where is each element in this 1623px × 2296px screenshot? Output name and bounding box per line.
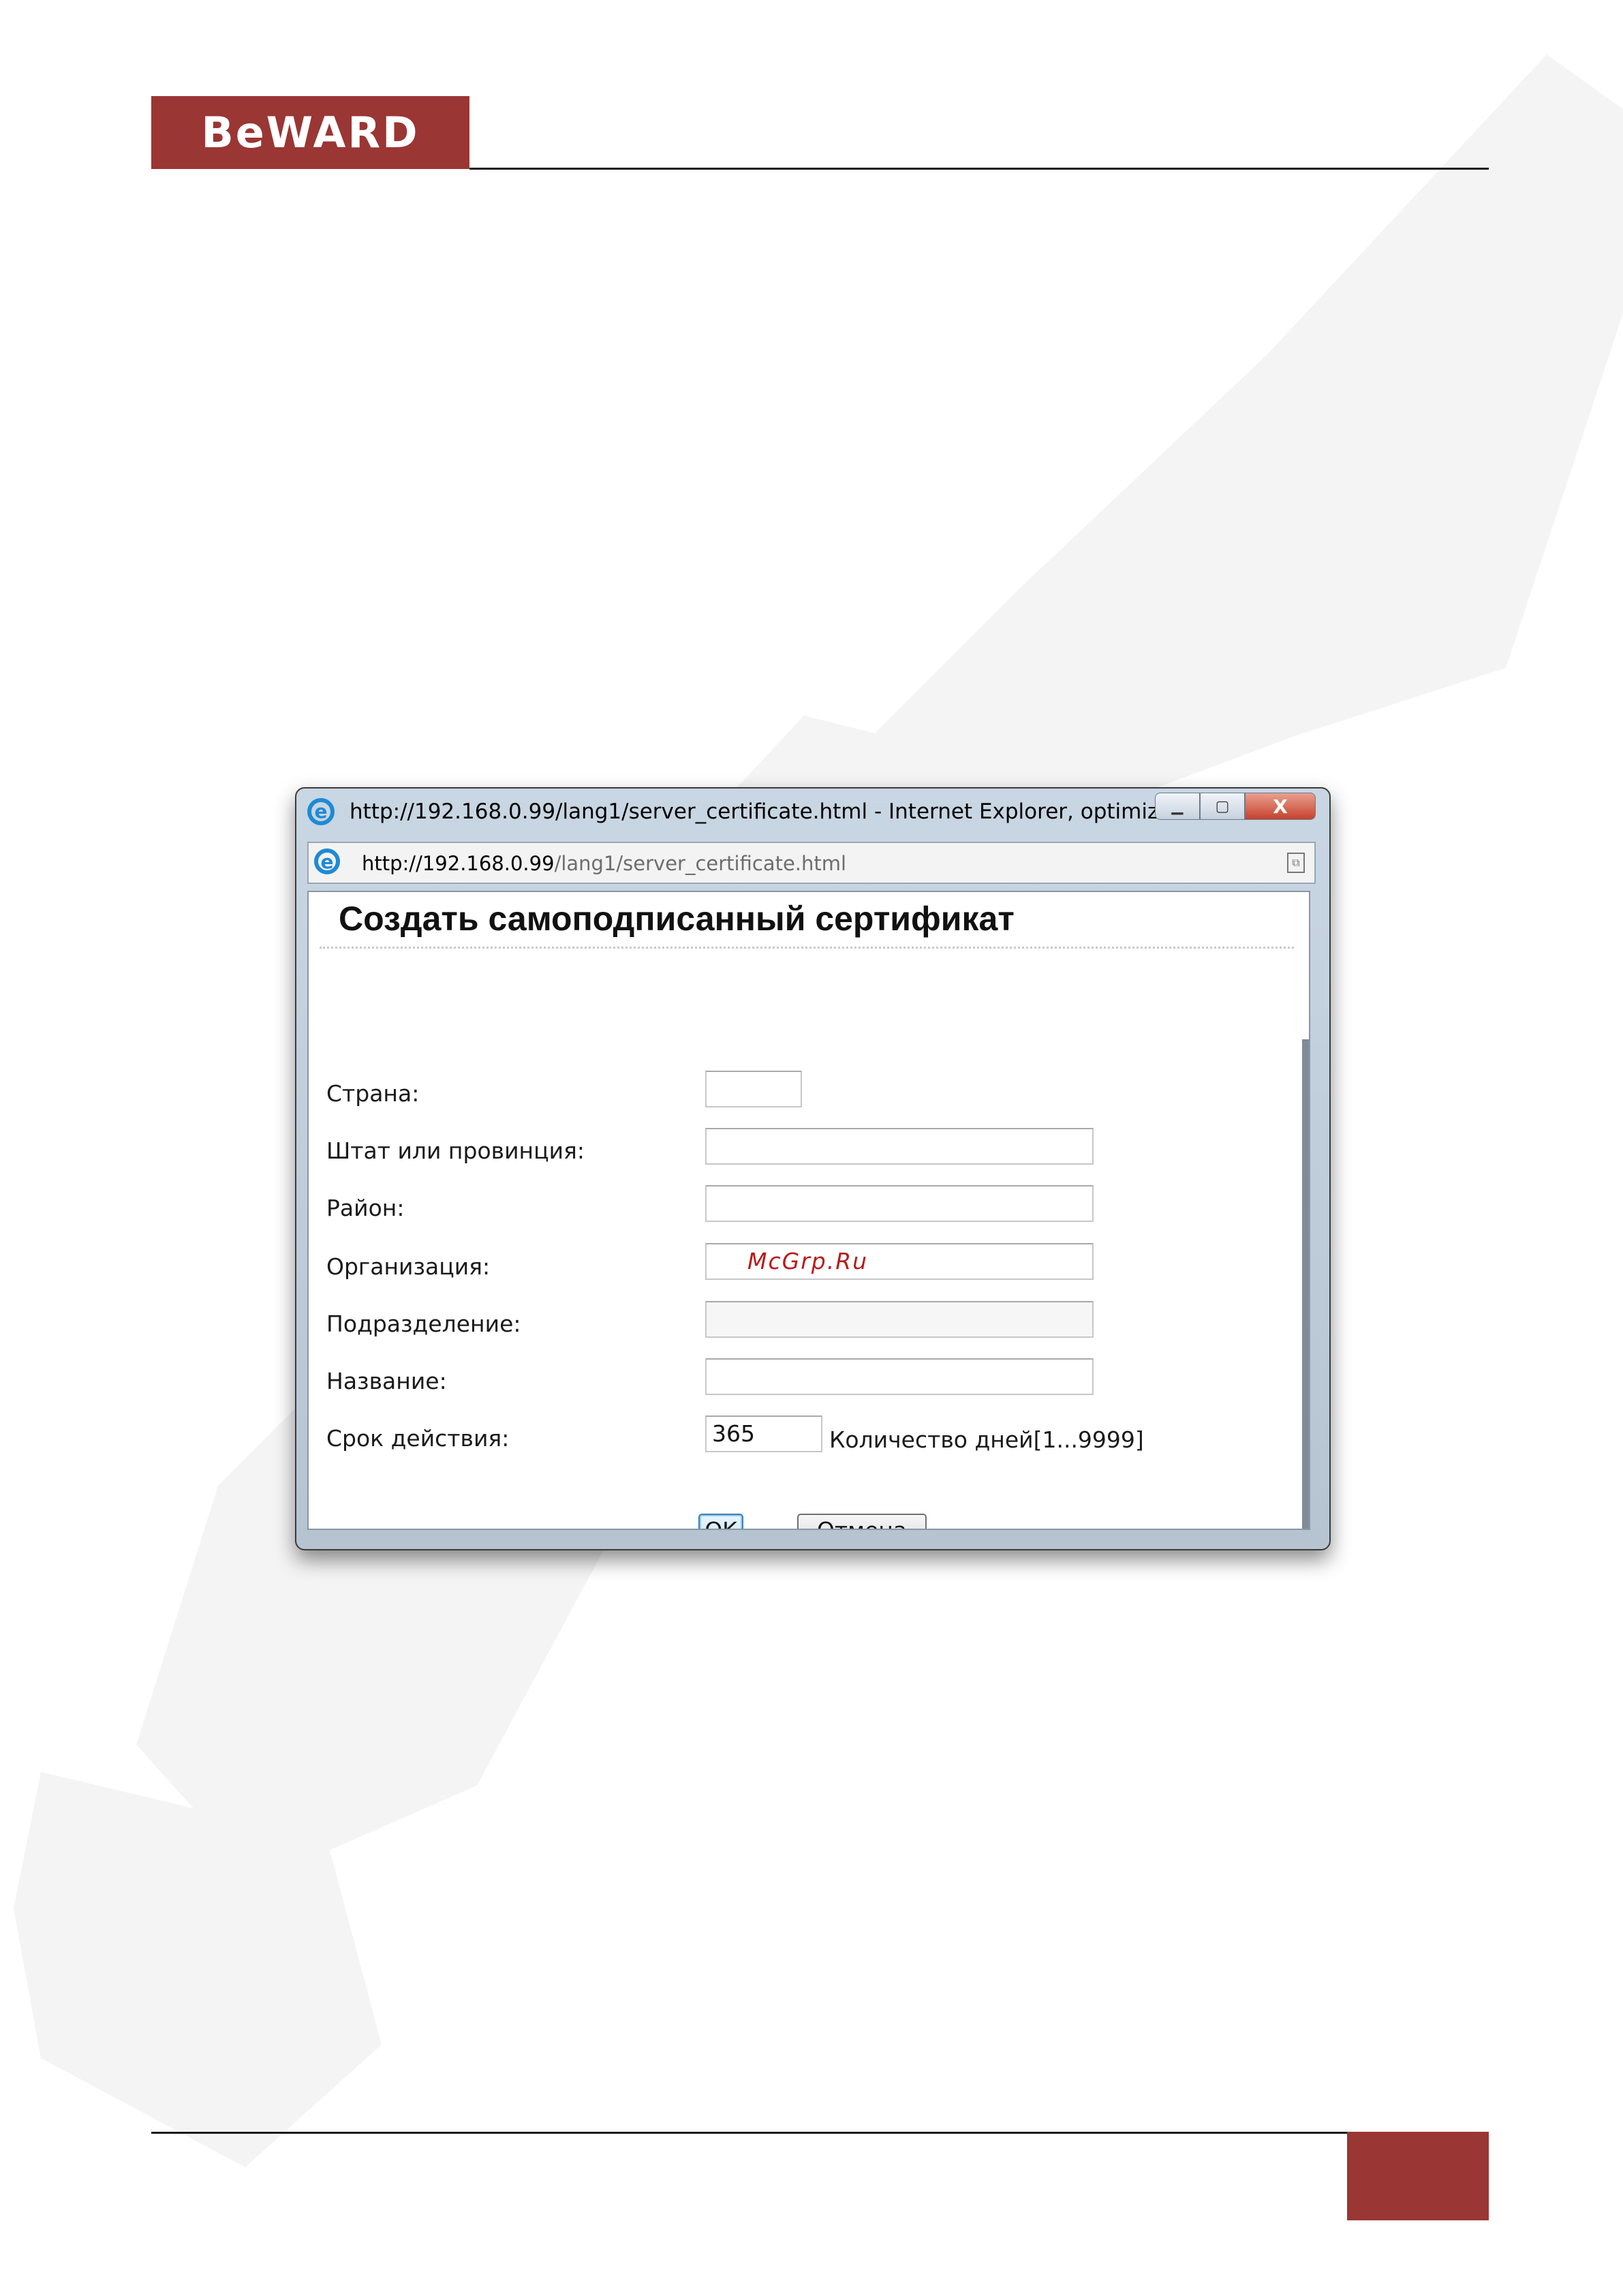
scrollbar[interactable] <box>1302 1039 1309 1529</box>
ok-button[interactable]: OK <box>698 1514 743 1529</box>
state-input[interactable] <box>705 1128 1094 1165</box>
logo-text: BeWARD <box>201 108 420 157</box>
address-path: /lang1/server_certificate.html <box>554 852 847 875</box>
address-bar[interactable]: e http://192.168.0.99/lang1/server_certi… <box>307 842 1316 884</box>
field-label-state: Штат или провинция: <box>326 1137 585 1164</box>
field-label-department: Подразделение: <box>326 1311 521 1337</box>
close-button[interactable]: X <box>1245 793 1316 820</box>
validity-days-input[interactable]: 365 <box>705 1415 822 1452</box>
address-url: http://192.168.0.99/lang1/server_certifi… <box>362 852 846 875</box>
field-label-name: Название: <box>326 1368 447 1394</box>
maximize-button[interactable]: ▢ <box>1200 793 1245 820</box>
header-divider <box>469 168 1489 170</box>
organization-input[interactable]: McGrp.Ru <box>705 1243 1094 1280</box>
address-host: http://192.168.0.99 <box>362 852 555 875</box>
field-label-country: Страна: <box>326 1080 420 1107</box>
page-content: Создать самоподписанный сертификат Стран… <box>307 891 1310 1530</box>
compatibility-view-icon[interactable]: ⧉ <box>1287 853 1305 873</box>
window-controls: ▁ ▢ X <box>1155 793 1316 820</box>
beward-logo: BeWARD <box>151 96 469 169</box>
department-input[interactable] <box>705 1301 1094 1338</box>
country-input[interactable] <box>705 1071 802 1107</box>
browser-window: e http://192.168.0.99/lang1/server_certi… <box>295 787 1331 1550</box>
page-number-box <box>1347 2132 1489 2220</box>
cancel-button[interactable]: Отмена <box>797 1514 927 1529</box>
page-title: Создать самоподписанный сертификат <box>339 900 1015 938</box>
organization-value: McGrp.Ru <box>747 1248 869 1274</box>
district-input[interactable] <box>705 1185 1094 1222</box>
internet-explorer-icon: e <box>314 848 340 874</box>
title-bar[interactable]: e http://192.168.0.99/lang1/server_certi… <box>296 789 1329 836</box>
field-label-validity: Срок действия: <box>326 1425 510 1452</box>
field-label-organization: Организация: <box>326 1253 491 1280</box>
name-input[interactable] <box>705 1358 1094 1395</box>
minimize-button[interactable]: ▁ <box>1155 793 1200 820</box>
field-label-district: Район: <box>326 1195 405 1221</box>
title-divider <box>320 947 1294 949</box>
footer-divider <box>151 2132 1347 2134</box>
validity-hint: Количество дней[1...9999] <box>829 1426 1144 1453</box>
internet-explorer-icon: e <box>307 798 335 825</box>
window-title: http://192.168.0.99/lang1/server_certifi… <box>350 799 1212 824</box>
